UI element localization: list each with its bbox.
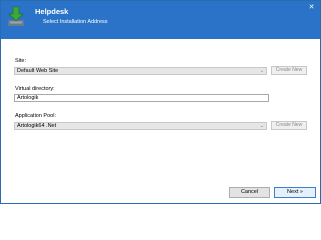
installer-window: Helpdesk Select Installation Address ✕ S…	[0, 0, 321, 204]
application-pool-select[interactable]: Artologik64 .Net ⌄	[14, 122, 267, 130]
site-label: Site:	[15, 58, 27, 64]
chevron-down-icon: ⌄	[259, 123, 264, 129]
virtual-directory-label: Virtual directory:	[15, 86, 55, 92]
next-button[interactable]: Next »	[274, 187, 316, 198]
page-subtitle: Select Installation Address	[43, 19, 108, 25]
close-icon[interactable]: ✕	[307, 3, 316, 12]
application-pool-label: Application Pool:	[15, 113, 56, 119]
site-select[interactable]: Default Web Site ⌄	[14, 67, 267, 75]
install-arrow-icon	[8, 6, 24, 26]
app-title: Helpdesk	[35, 7, 69, 16]
virtual-directory-input[interactable]: Artologik	[14, 94, 269, 102]
application-pool-create-new-button[interactable]: Create New	[271, 121, 307, 130]
site-create-new-button[interactable]: Create New	[271, 66, 307, 75]
chevron-down-icon: ⌄	[259, 68, 264, 74]
site-value: Default Web Site	[17, 68, 59, 74]
application-pool-value: Artologik64 .Net	[17, 123, 57, 129]
header-bar: Helpdesk Select Installation Address ✕	[1, 1, 320, 39]
cancel-button[interactable]: Cancel	[229, 187, 270, 198]
